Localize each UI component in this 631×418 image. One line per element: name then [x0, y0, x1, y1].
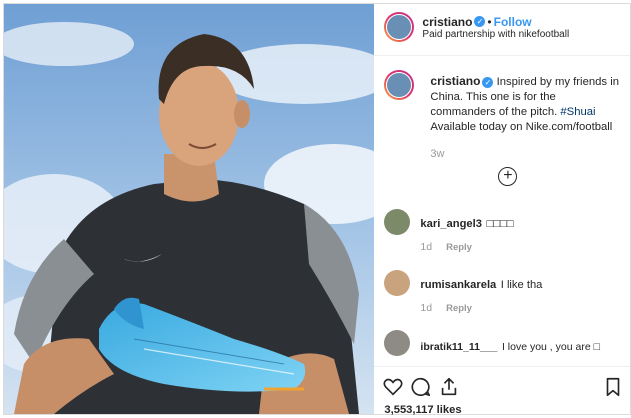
comment-text: I love you , you are □	[501, 341, 600, 353]
likes-label: likes	[436, 404, 462, 416]
instagram-post: cristiano ✓ • Follow Paid partnership with …	[3, 3, 631, 416]
comment-body: rumisankarela I like tha	[420, 275, 542, 293]
caption-avatar[interactable]	[384, 70, 414, 100]
author-avatar[interactable]	[384, 12, 414, 42]
comment-text: □□□□	[486, 218, 514, 230]
comment-time[interactable]: 1d	[420, 241, 432, 253]
heart-icon[interactable]	[382, 376, 404, 398]
post-caption: cristiano ✓ Inspired by my friends in Chi…	[430, 74, 620, 135]
comment-meta: 1d Reply	[420, 241, 472, 253]
share-icon[interactable]	[438, 376, 460, 398]
commenter-username[interactable]: kari_angel3	[420, 218, 482, 230]
reply-button[interactable]: Reply	[446, 242, 472, 253]
load-more-comments-button[interactable]: +	[498, 167, 518, 186]
avatar-image	[386, 72, 413, 98]
caption-username[interactable]: cristiano	[430, 74, 480, 88]
likes-number: 3,553,117	[384, 404, 434, 416]
post-photo-image	[4, 4, 375, 414]
likes-count[interactable]: 3,553,117 likes	[384, 404, 461, 416]
post-side-panel: cristiano ✓ • Follow Paid partnership with …	[374, 4, 631, 416]
separator-dot: •	[487, 15, 492, 29]
commenter-username[interactable]: rumisankarela	[420, 279, 496, 291]
verified-badge-icon: ✓	[482, 76, 494, 88]
reply-button[interactable]: Reply	[446, 303, 472, 314]
caption-time[interactable]: 3w	[430, 148, 444, 160]
avatar-image	[386, 14, 413, 40]
commenter-username[interactable]: ibratik11_11___	[420, 341, 497, 353]
commenter-avatar[interactable]	[384, 270, 411, 296]
bookmark-icon[interactable]	[602, 376, 624, 398]
follow-button[interactable]: Follow	[494, 15, 532, 29]
comment-icon[interactable]	[410, 376, 432, 398]
caption-hashtag[interactable]: #Shuai	[560, 106, 595, 118]
comment-meta: 1d Reply	[420, 302, 472, 314]
commenter-avatar[interactable]	[384, 330, 411, 356]
verified-badge-icon: ✓	[474, 16, 486, 28]
comment-body: ibratik11_11___ I love you , you are □	[420, 337, 630, 355]
commenter-avatar[interactable]	[384, 209, 411, 235]
post-header: cristiano ✓ • Follow Paid partnership with …	[374, 4, 631, 56]
comment-body: kari_angel3 □□□□	[420, 214, 513, 232]
post-actions-bar: 3,553,117 likes	[374, 366, 631, 416]
comment-time[interactable]: 1d	[420, 302, 432, 314]
post-photo[interactable]	[4, 4, 375, 414]
paid-partnership-label[interactable]: Paid partnership with nikefootball	[422, 29, 569, 40]
author-username[interactable]: cristiano	[422, 15, 472, 29]
comment-text: I like tha	[500, 279, 543, 291]
caption-line2: Available today on Nike.com/football	[430, 121, 613, 133]
